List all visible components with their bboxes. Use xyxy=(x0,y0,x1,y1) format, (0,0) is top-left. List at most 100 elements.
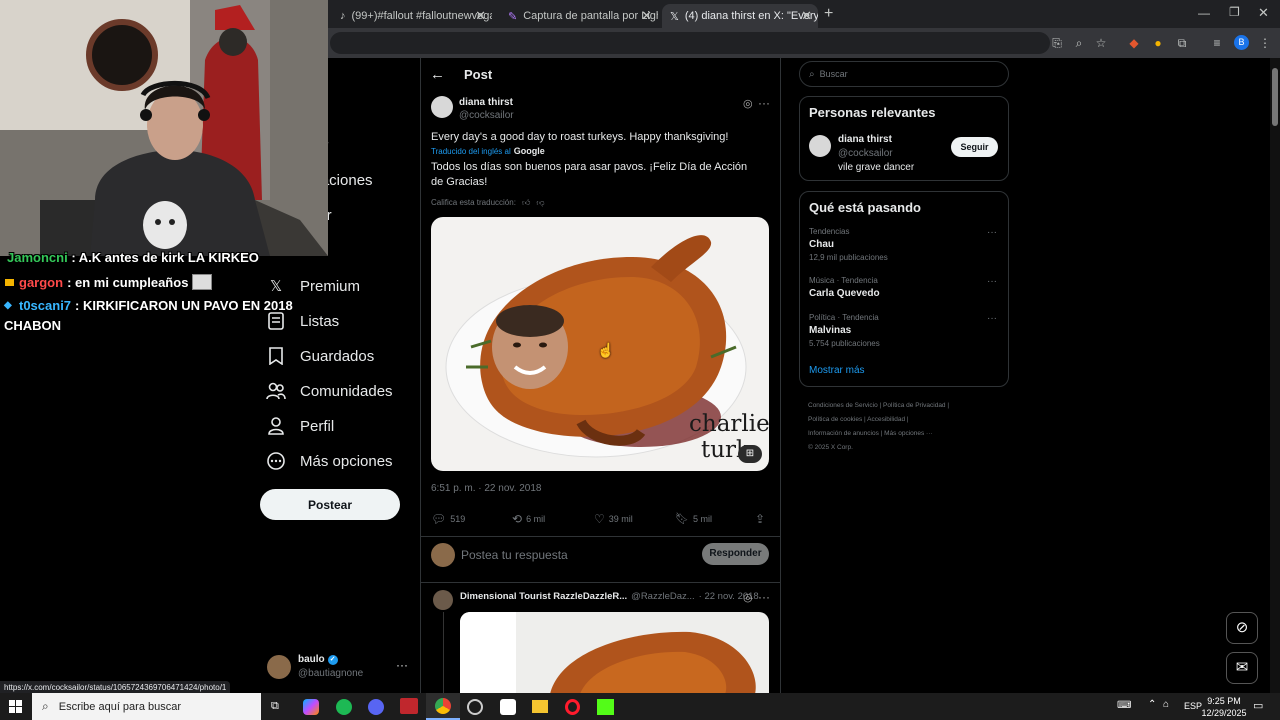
grok-float-icon[interactable]: ⊘ xyxy=(1226,612,1258,644)
account-menu-icon[interactable]: ··· xyxy=(396,658,408,672)
discord-icon[interactable] xyxy=(368,699,384,715)
more-options-icon[interactable]: ··· xyxy=(758,590,770,604)
close-tab-icon[interactable]: ✕ xyxy=(475,8,486,24)
account-name-row[interactable]: baulo ✓ xyxy=(298,654,338,665)
nav-item-mas-opciones[interactable]: Más opciones xyxy=(266,451,393,471)
author-handle[interactable]: @cocksailor xyxy=(459,110,514,121)
reply-action[interactable]: 💬︎ 519 xyxy=(431,512,465,526)
trend-more-icon[interactable]: ··· xyxy=(987,313,997,324)
close-tab-icon[interactable]: ✕ xyxy=(641,8,652,24)
extensions-puzzle-icon[interactable]: ⧉ xyxy=(1175,36,1189,50)
app-icon[interactable] xyxy=(500,699,516,715)
show-more-link[interactable]: Mostrar más xyxy=(809,365,865,376)
profile-avatar[interactable]: B xyxy=(1234,35,1249,50)
zoom-icon[interactable]: ⌕ xyxy=(1072,36,1086,50)
grok-icon[interactable]: ◎ xyxy=(743,97,753,110)
clock[interactable]: 9:25 PM 12/29/2025 xyxy=(1200,695,1248,719)
trend-more-icon[interactable]: ··· xyxy=(987,276,997,287)
copilot-icon[interactable] xyxy=(303,699,319,715)
bookmark-action[interactable]: 🔖︎ 5 mil xyxy=(675,512,712,525)
account-avatar[interactable] xyxy=(267,655,291,679)
reply-avatar[interactable] xyxy=(433,590,453,610)
my-avatar[interactable] xyxy=(431,543,455,567)
kick-icon[interactable] xyxy=(597,699,614,715)
search-input[interactable]: Buscar xyxy=(820,69,848,79)
footer-link[interactable]: Política de Privacidad xyxy=(883,402,946,409)
reply-image[interactable] xyxy=(460,612,769,694)
install-icon[interactable]: ⎘ xyxy=(1050,36,1064,50)
browser-tab-active[interactable]: 𝕏 (4) diana thirst en X: "Every day ✕ xyxy=(662,4,818,28)
search-box[interactable]: ⌕ Buscar xyxy=(799,61,1009,87)
follow-button[interactable]: Seguir xyxy=(951,137,998,157)
more-options-icon[interactable]: ··· xyxy=(758,96,770,110)
reply-author-name[interactable]: Dimensional Tourist RazzleDazzleR... xyxy=(460,591,627,602)
share-icon[interactable]: ⇪ xyxy=(755,512,765,526)
video-editor-icon[interactable] xyxy=(400,698,418,714)
person-avatar[interactable] xyxy=(809,135,831,157)
nav-item-perfil[interactable]: Perfil xyxy=(266,416,334,436)
opera-icon[interactable] xyxy=(565,699,580,715)
footer-link[interactable]: Más opciones ··· xyxy=(884,430,932,437)
nav-item-premium[interactable]: 𝕏 Premium xyxy=(266,276,360,296)
keyboard-icon[interactable]: ⌨ xyxy=(1117,700,1131,711)
person-handle[interactable]: @cocksailor xyxy=(838,148,893,159)
restore-icon[interactable]: ❐ xyxy=(1229,5,1240,19)
post-timestamp[interactable]: 6:51 p. m. · 22 nov. 2018 xyxy=(431,483,541,494)
steam-icon[interactable] xyxy=(467,699,483,715)
back-arrow-icon[interactable]: ← xyxy=(430,66,445,83)
person-name[interactable]: diana thirst xyxy=(838,134,892,145)
address-bar[interactable] xyxy=(330,32,1050,54)
nav-label: Premium xyxy=(300,277,361,295)
footer-link[interactable]: Accesibilidad xyxy=(867,416,905,423)
taskbar-search[interactable]: ⌕ Escribe aquí para buscar xyxy=(32,693,261,720)
new-tab-icon[interactable]: + xyxy=(824,5,833,23)
translated-label[interactable]: Traducido del inglés al xyxy=(431,147,511,156)
like-action[interactable]: ♡ 39 mil xyxy=(594,512,633,526)
repost-action[interactable]: ⟲ 6 mil xyxy=(512,512,545,526)
network-icon[interactable]: ⌂ xyxy=(1163,699,1169,710)
tray-chevron-icon[interactable]: ⌃ xyxy=(1148,699,1156,710)
task-view-icon[interactable]: ⧉ xyxy=(271,700,279,713)
close-window-icon[interactable]: ✕ xyxy=(1258,5,1269,21)
trend-item[interactable]: Tendencias Chau 12,9 mil publicaciones xyxy=(809,227,999,262)
trend-item[interactable]: Política · Tendencia Malvinas 5.754 publ… xyxy=(809,313,999,348)
trend-more-icon[interactable]: ··· xyxy=(987,227,997,238)
extension-icon[interactable]: ◆ xyxy=(1127,36,1141,50)
thumbs-up-icon[interactable]: 👍︎ xyxy=(522,198,530,208)
post-actions: 💬︎ 519 ⟲ 6 mil ♡ 39 mil 🔖︎ 5 mil ⇪ xyxy=(431,512,771,528)
card-title: Personas relevantes xyxy=(809,105,936,120)
close-tab-icon[interactable]: ✕ xyxy=(801,8,812,24)
bookmark-star-icon[interactable]: ☆ xyxy=(1094,36,1108,50)
thumbs-down-icon[interactable]: 👎︎ xyxy=(536,198,544,208)
extension-icon[interactable]: ● xyxy=(1151,36,1165,50)
nav-item-listas[interactable]: Listas xyxy=(266,311,339,331)
post-button[interactable]: Postear xyxy=(260,489,400,520)
browser-tab[interactable]: ♪ (99+)#fallout #falloutnewvegas ✕ xyxy=(332,4,492,28)
reading-list-icon[interactable]: ≡ xyxy=(1210,36,1224,50)
browser-tab[interactable]: ✎ Captura de pantalla por Lightshot ✕ xyxy=(500,4,658,28)
reply-author-handle[interactable]: @RazzleDaz... xyxy=(631,591,695,602)
footer-link[interactable]: Información de anuncios xyxy=(808,430,879,437)
chrome-taskbar-button[interactable] xyxy=(426,693,460,720)
messages-icon[interactable]: ✉ xyxy=(1226,652,1258,684)
grok-icon[interactable]: ◎ xyxy=(743,591,753,604)
file-explorer-icon[interactable] xyxy=(532,700,548,713)
spotify-icon[interactable] xyxy=(336,699,352,715)
trend-item[interactable]: Música · Tendencia Carla Quevedo xyxy=(809,276,999,299)
author-avatar[interactable] xyxy=(431,96,453,118)
footer-link[interactable]: Condiciones de Servicio xyxy=(808,402,878,409)
scrollbar-thumb[interactable] xyxy=(1272,68,1278,126)
taskbar-search-input[interactable]: Escribe aquí para buscar xyxy=(59,701,181,713)
menu-icon[interactable]: ⋮ xyxy=(1258,36,1272,50)
notifications-icon[interactable]: ▭ xyxy=(1253,699,1263,712)
reply-input[interactable]: Postea tu respuesta xyxy=(461,548,568,562)
author-name[interactable]: diana thirst xyxy=(459,97,513,108)
nav-item-guardados[interactable]: Guardados xyxy=(266,346,374,366)
minimize-icon[interactable]: — xyxy=(1198,6,1210,20)
nav-item-comunidades[interactable]: Comunidades xyxy=(266,381,393,401)
image-edit-icon[interactable]: ⊞ xyxy=(738,445,762,463)
scrollbar[interactable] xyxy=(1270,58,1280,693)
windows-start-icon[interactable] xyxy=(9,700,22,713)
footer-link[interactable]: Política de cookies xyxy=(808,416,862,423)
reply-button[interactable]: Responder xyxy=(702,543,769,565)
